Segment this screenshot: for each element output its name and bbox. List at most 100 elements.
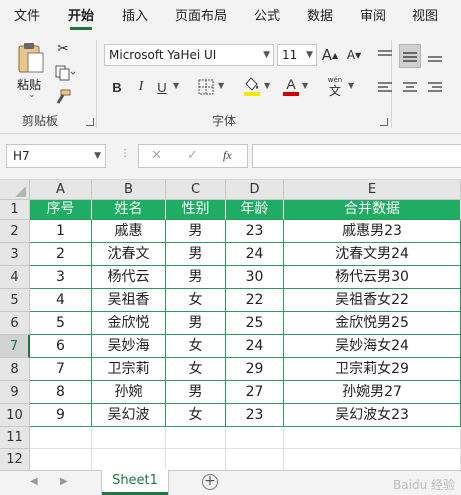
tab-view[interactable]: 视图 [412, 0, 438, 34]
table-cell[interactable]: 吴妙海女24 [284, 335, 461, 358]
table-cell[interactable] [92, 427, 166, 449]
table-cell[interactable]: 22 [226, 289, 284, 312]
table-cell[interactable]: 27 [226, 381, 284, 404]
table-cell[interactable]: 29 [226, 358, 284, 381]
grow-font-button[interactable]: A ▲ [320, 44, 340, 66]
fill-color-button[interactable] [242, 74, 262, 98]
align-bottom-button[interactable] [425, 46, 445, 66]
table-cell[interactable] [284, 427, 461, 449]
table-cell[interactable] [30, 427, 92, 449]
table-cell[interactable]: 男 [166, 220, 226, 243]
table-cell[interactable]: 30 [226, 266, 284, 289]
more-options-icon[interactable]: ⋮ [120, 148, 130, 159]
column-header-d[interactable]: D [226, 180, 284, 200]
table-cell[interactable]: 8 [30, 381, 92, 404]
cancel-entry-button[interactable]: ✕ [151, 148, 162, 163]
font-launcher-icon[interactable] [380, 118, 388, 126]
column-header-b[interactable]: B [92, 180, 166, 200]
align-middle-button[interactable] [399, 44, 421, 68]
table-cell[interactable]: 男 [166, 243, 226, 266]
formula-input[interactable] [252, 144, 461, 168]
table-cell[interactable]: 25 [226, 312, 284, 335]
font-name-select[interactable]: Microsoft YaHei UI ▼ [104, 44, 274, 66]
table-cell[interactable]: 吴祖香 [92, 289, 166, 312]
borders-button[interactable] [196, 76, 216, 98]
table-cell[interactable]: 24 [226, 335, 284, 358]
table-cell[interactable] [166, 427, 226, 449]
table-cell[interactable]: 金欣悦男25 [284, 312, 461, 335]
table-cell[interactable]: 沈春文男24 [284, 243, 461, 266]
font-color-button[interactable]: A [282, 74, 300, 98]
italic-button[interactable]: I [132, 76, 150, 98]
row-header[interactable]: 1 [0, 200, 30, 220]
name-box[interactable]: H7 ▼ [6, 144, 106, 168]
table-cell[interactable]: 女 [166, 358, 226, 381]
font-color-dropdown-icon[interactable]: ▼ [302, 81, 308, 90]
table-cell[interactable]: 沈春文 [92, 243, 166, 266]
borders-dropdown-icon[interactable]: ▼ [218, 81, 224, 90]
table-cell[interactable]: 卫宗莉 [92, 358, 166, 381]
insert-function-button[interactable]: fx [223, 148, 232, 163]
tab-data[interactable]: 数据 [307, 0, 333, 34]
table-cell[interactable]: 杨代云男30 [284, 266, 461, 289]
table-cell[interactable]: 卫宗莉女29 [284, 358, 461, 381]
scroll-sheets-right-icon[interactable]: ▶ [60, 476, 68, 487]
align-right-button[interactable] [425, 78, 445, 98]
table-cell[interactable]: 戚惠 [92, 220, 166, 243]
row-header[interactable]: 3 [0, 243, 30, 266]
table-cell[interactable]: 戚惠男23 [284, 220, 461, 243]
row-header[interactable]: 5 [0, 289, 30, 312]
confirm-entry-button[interactable]: ✓ [187, 148, 198, 163]
add-sheet-button[interactable]: + [202, 474, 218, 490]
phonetic-dropdown-icon[interactable]: ▼ [348, 81, 354, 90]
format-painter-button[interactable] [54, 88, 72, 106]
table-cell[interactable] [226, 449, 284, 470]
tab-file[interactable]: 文件 [14, 0, 40, 34]
table-cell[interactable]: 孙婉 [92, 381, 166, 404]
table-header-cell[interactable]: 姓名 [92, 200, 166, 220]
table-cell[interactable]: 吴幻波女23 [284, 404, 461, 427]
table-header-cell[interactable]: 年龄 [226, 200, 284, 220]
row-header[interactable]: 12 [0, 449, 30, 470]
align-left-button[interactable] [375, 78, 395, 98]
tab-insert[interactable]: 插入 [122, 0, 148, 34]
table-cell[interactable]: 3 [30, 266, 92, 289]
table-cell[interactable] [166, 449, 226, 470]
scroll-sheets-left-icon[interactable]: ◀ [30, 476, 38, 487]
table-cell[interactable]: 金欣悦 [92, 312, 166, 335]
row-header[interactable]: 8 [0, 358, 30, 381]
table-cell[interactable]: 男 [166, 312, 226, 335]
font-size-select[interactable]: 11 ▼ [277, 44, 317, 66]
shrink-font-button[interactable]: A ▼ [344, 44, 364, 66]
tab-page-layout[interactable]: 页面布局 [175, 0, 227, 34]
table-cell[interactable] [226, 427, 284, 449]
cut-button[interactable]: ✂ [54, 40, 72, 58]
phonetic-guide-button[interactable]: wén 文 [324, 74, 346, 100]
table-cell[interactable]: 24 [226, 243, 284, 266]
table-cell[interactable]: 男 [166, 266, 226, 289]
row-header[interactable]: 10 [0, 404, 30, 427]
underline-dropdown-icon[interactable]: ▼ [173, 81, 179, 90]
table-cell[interactable]: 1 [30, 220, 92, 243]
row-header[interactable]: 11 [0, 427, 30, 449]
clipboard-launcher-icon[interactable] [86, 118, 94, 126]
table-cell[interactable]: 23 [226, 220, 284, 243]
select-all-corner[interactable] [0, 180, 30, 200]
table-cell[interactable]: 女 [166, 289, 226, 312]
tab-formulas[interactable]: 公式 [254, 0, 280, 34]
table-cell[interactable]: 吴妙海 [92, 335, 166, 358]
table-cell[interactable] [92, 449, 166, 470]
table-cell[interactable]: 杨代云 [92, 266, 166, 289]
table-cell[interactable]: 6 [30, 335, 92, 358]
paste-dropdown-icon[interactable]: ⌄ [28, 90, 36, 100]
table-cell[interactable]: 9 [30, 404, 92, 427]
copy-button[interactable] [54, 64, 76, 82]
column-header-c[interactable]: C [166, 180, 226, 200]
row-header[interactable]: 6 [0, 312, 30, 335]
row-header[interactable]: 2 [0, 220, 30, 243]
table-cell[interactable]: 女 [166, 335, 226, 358]
table-cell[interactable] [284, 449, 461, 470]
bold-button[interactable]: B [108, 76, 126, 98]
fill-color-dropdown-icon[interactable]: ▼ [264, 81, 270, 90]
paste-button[interactable] [14, 40, 48, 76]
